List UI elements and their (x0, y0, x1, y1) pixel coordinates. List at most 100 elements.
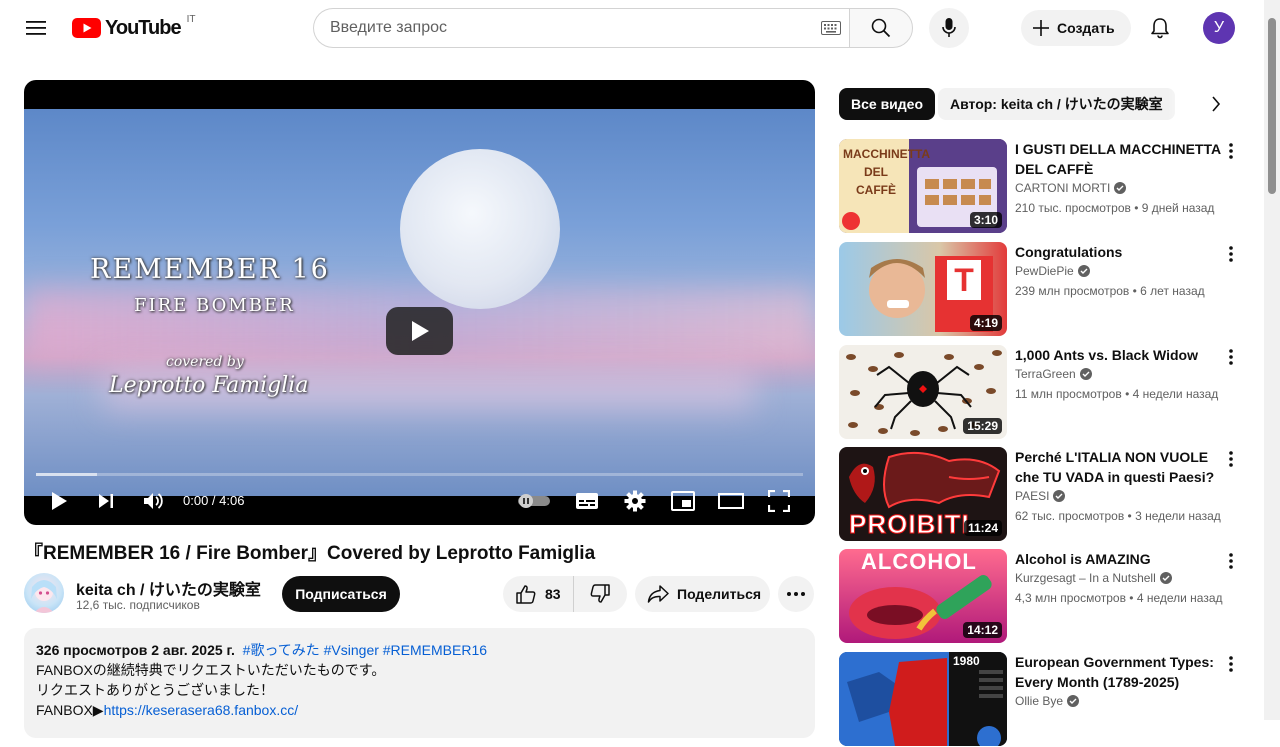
bell-icon (1151, 18, 1169, 39)
channel-name: TerraGreen (1015, 367, 1076, 381)
more-options-button[interactable] (1219, 345, 1243, 369)
chip-all-videos[interactable]: Все видео (839, 88, 936, 120)
youtube-logo[interactable]: YouTube IT (72, 14, 195, 40)
hashtags[interactable]: #歌ってみた #Vsinger #REMEMBER16 (243, 642, 487, 658)
miniplayer-button[interactable] (666, 485, 700, 517)
duration-badge: 4:19 (969, 315, 1002, 331)
duration-badge: 15:29 (963, 418, 1002, 434)
recommendation-item[interactable]: ALCOHOL 14:12 Alcohol is AMAZING Kurzges… (839, 549, 1249, 644)
recommendation-title[interactable]: European Government Types: Every Month (… (1015, 652, 1221, 692)
recommendation-title[interactable]: Alcohol is AMAZING (1015, 549, 1221, 569)
more-vertical-icon (1229, 349, 1233, 365)
recommendation-channel[interactable]: PewDiePie (1015, 264, 1090, 278)
video-thumbnail[interactable]: 1980 (839, 652, 1007, 746)
video-moon (400, 149, 560, 309)
more-options-button[interactable] (1219, 242, 1243, 266)
recommendation-channel[interactable]: Ollie Bye (1015, 694, 1080, 708)
subtitles-icon (576, 493, 598, 509)
recommendation-title[interactable]: Perché L'ITALIA NON VUOLE che TU VADA in… (1015, 447, 1221, 487)
search-icon (871, 18, 891, 38)
channel-avatar[interactable] (24, 573, 64, 613)
autoplay-toggle[interactable] (517, 485, 551, 517)
recommendation-stats: 210 тыс. просмотров • 9 дней назад (1015, 201, 1215, 215)
more-options-button[interactable] (1219, 447, 1243, 471)
recommendation-title[interactable]: Congratulations (1015, 242, 1221, 262)
subtitles-button[interactable] (570, 485, 604, 517)
recommendation-stats: 239 млн просмотров • 6 лет назад (1015, 284, 1205, 298)
recommendation-item[interactable]: T 4:19 Congratulations PewDiePie 239 млн… (839, 242, 1249, 337)
play-icon (411, 321, 429, 341)
play-button[interactable] (42, 485, 76, 517)
verified-icon (1053, 490, 1066, 502)
more-options-button[interactable] (1219, 652, 1243, 676)
big-play-button[interactable] (386, 307, 453, 355)
verified-icon (1067, 695, 1080, 707)
recommendation-stats: 4,3 млн просмотров • 4 недели назад (1015, 591, 1223, 605)
recommendation-item[interactable]: PROIBITI 11:24 Perché L'ITALIA NON VUOLE… (839, 447, 1249, 542)
skip-next-icon (99, 494, 113, 508)
video-title: 『REMEMBER 16 / Fire Bomber』Covered by Le… (24, 543, 596, 564)
more-vertical-icon (1229, 246, 1233, 262)
thumbnail-text: T (947, 260, 981, 300)
settings-button[interactable] (618, 485, 652, 517)
view-count-date: 326 просмотров 2 авг. 2025 г. (36, 642, 235, 658)
notifications-button[interactable] (1140, 8, 1180, 48)
plus-icon (1033, 20, 1049, 36)
chips-next-button[interactable] (1200, 88, 1232, 120)
video-overlay-covered-by: covered by (166, 354, 244, 370)
more-options-button[interactable] (1219, 139, 1243, 163)
more-vertical-icon (1229, 656, 1233, 672)
progress-bar[interactable] (36, 473, 803, 476)
duration-badge: 3:10 (969, 212, 1002, 228)
more-options-button[interactable] (1219, 549, 1243, 573)
chip-author[interactable]: Автор: keita ch / けいたの実験室 (938, 88, 1175, 120)
subscribe-button[interactable]: Подписаться (282, 576, 400, 612)
create-button[interactable]: Создать (1021, 10, 1131, 46)
video-thumbnail[interactable]: PROIBITI 11:24 (839, 447, 1007, 541)
video-thumbnail[interactable]: T 4:19 (839, 242, 1007, 336)
recommendation-channel[interactable]: Kurzgesagt – In a Nutshell (1015, 571, 1172, 585)
recommendation-item[interactable]: 15:29 1,000 Ants vs. Black Widow TerraGr… (839, 345, 1249, 440)
recommendation-title[interactable]: 1,000 Ants vs. Black Widow (1015, 345, 1221, 365)
recommendation-item[interactable]: 1980 European Government Types: Every Mo… (839, 652, 1249, 747)
next-button[interactable] (89, 485, 123, 517)
recommendation-channel[interactable]: CARTONI MORTI (1015, 181, 1127, 195)
theater-mode-button[interactable] (714, 485, 748, 517)
keyboard-icon[interactable] (821, 21, 841, 35)
video-thumbnail[interactable]: 15:29 (839, 345, 1007, 439)
share-label: Поделиться (677, 586, 762, 602)
verified-icon (1077, 265, 1090, 277)
autoplay-toggle-icon (518, 494, 550, 508)
miniplayer-icon (671, 491, 695, 511)
fanbox-link[interactable]: https://keserasera68.fanbox.cc/ (104, 702, 299, 718)
recommendation-title[interactable]: I GUSTI DELLA MACCHINETTA DEL CAFFÈ (1015, 139, 1221, 179)
more-actions-button[interactable] (778, 576, 814, 612)
video-thumbnail[interactable]: ALCOHOL 14:12 (839, 549, 1007, 643)
recommendation-item[interactable]: MACCHINETTA DEL CAFFÈ 3:10 I GUSTI DELLA… (839, 139, 1249, 234)
search-button[interactable] (849, 8, 913, 48)
like-button[interactable]: 83 (503, 576, 574, 612)
fullscreen-icon (768, 490, 790, 512)
volume-button[interactable] (136, 485, 170, 517)
video-thumbnail[interactable]: MACCHINETTA DEL CAFFÈ 3:10 (839, 139, 1007, 233)
more-horizontal-icon (787, 592, 805, 596)
menu-button[interactable] (16, 8, 56, 48)
description-box[interactable]: 326 просмотров 2 авг. 2025 г. #歌ってみた #Vs… (24, 628, 815, 738)
account-avatar[interactable]: У (1203, 12, 1235, 44)
voice-search-button[interactable] (929, 8, 969, 48)
recommendation-channel[interactable]: TerraGreen (1015, 367, 1092, 381)
video-player[interactable]: REMEMBER 16 FIRE BOMBER covered by Lepro… (24, 80, 815, 525)
video-frame[interactable]: REMEMBER 16 FIRE BOMBER covered by Lepro… (24, 109, 815, 496)
recommendation-channel[interactable]: PAESI (1015, 489, 1066, 503)
duration-badge: 14:12 (963, 622, 1002, 638)
scrollbar-thumb[interactable] (1268, 18, 1276, 194)
description-line: FANBOX▶https://keserasera68.fanbox.cc/ (36, 700, 803, 720)
dislike-button[interactable] (574, 576, 627, 612)
share-button[interactable]: Поделиться (635, 576, 770, 612)
search-input[interactable] (330, 19, 821, 37)
thumbs-up-icon (516, 585, 536, 604)
fullscreen-button[interactable] (762, 485, 796, 517)
more-vertical-icon (1229, 451, 1233, 467)
play-icon (52, 492, 67, 510)
channel-name[interactable]: keita ch / けいたの実験室 (76, 576, 261, 600)
